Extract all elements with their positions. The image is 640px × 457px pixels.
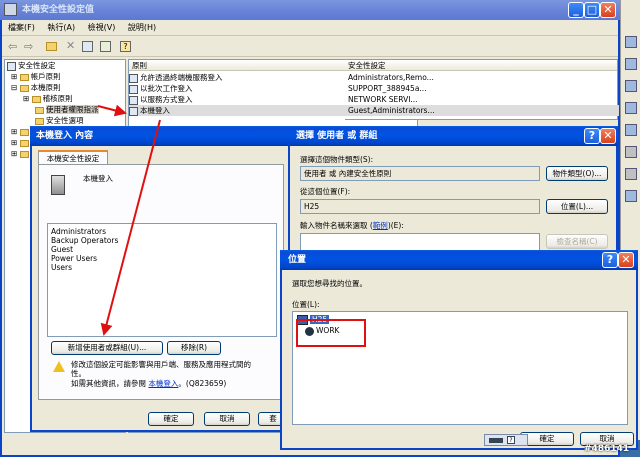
annotation-arrows: [97, 104, 161, 336]
watermark: #486141: [584, 444, 630, 454]
arrow-to-add-button: [100, 119, 161, 336]
arrow-to-policy: [97, 104, 127, 117]
